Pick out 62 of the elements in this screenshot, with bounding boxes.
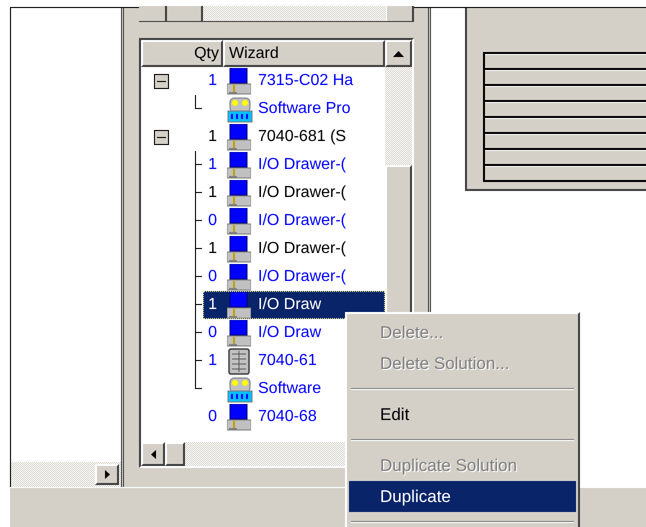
item-label: 7040-68 bbox=[257, 407, 318, 427]
quantity: 0 bbox=[207, 323, 217, 343]
quantity: 1 bbox=[207, 239, 217, 259]
tree-line bbox=[195, 95, 202, 109]
item-label: 7040-61 bbox=[257, 351, 318, 371]
computer-icon bbox=[227, 152, 251, 178]
computer-icon bbox=[227, 68, 251, 94]
scroll-up-button[interactable] bbox=[385, 40, 412, 67]
tree-row[interactable]: 1 I/O Drawer-( bbox=[203, 179, 385, 207]
quantity: 1 bbox=[207, 295, 217, 315]
computer-icon bbox=[227, 264, 251, 290]
computer-icon bbox=[227, 208, 251, 234]
computer-icon bbox=[227, 320, 251, 346]
quantity: 1 bbox=[207, 183, 217, 203]
tree-row[interactable]: 1 I/O Draw bbox=[203, 291, 385, 319]
item-label: 7315-C02 Ha bbox=[257, 71, 354, 91]
minus-icon bbox=[157, 80, 166, 82]
item-label: I/O Drawer-( bbox=[257, 239, 347, 259]
column-header[interactable]: Wizard bbox=[223, 40, 385, 67]
quantity: 0 bbox=[207, 407, 217, 427]
collapse-button[interactable] bbox=[154, 130, 169, 144]
tree-row[interactable]: 1 I/O Drawer-( bbox=[203, 235, 385, 263]
quantity: 1 bbox=[207, 127, 217, 147]
horizontal-scrollbar[interactable] bbox=[139, 6, 414, 22]
computer-icon bbox=[227, 236, 251, 262]
quantity: 1 bbox=[207, 351, 217, 371]
item-label: I/O Drawer-( bbox=[257, 183, 347, 203]
computer-icon bbox=[227, 124, 251, 150]
quantity: 1 bbox=[207, 155, 217, 175]
tree-row[interactable]: Software Pro bbox=[203, 95, 385, 123]
item-label: I/O Draw bbox=[257, 323, 322, 343]
up-arrow-icon bbox=[393, 50, 404, 56]
scroll-left-button[interactable] bbox=[139, 6, 167, 21]
left-arrow-icon bbox=[150, 450, 156, 458]
collapse-button[interactable] bbox=[154, 74, 169, 88]
tree-row[interactable]: 1 7315-C02 Ha bbox=[203, 67, 385, 95]
minus-icon bbox=[157, 136, 166, 138]
computer-icon bbox=[227, 180, 251, 206]
item-label: Software bbox=[257, 379, 322, 399]
menu-item[interactable]: Duplicate bbox=[349, 481, 576, 512]
item-label: Software Pro bbox=[257, 99, 352, 119]
item-label: I/O Drawer-( bbox=[257, 155, 347, 175]
item-label: 7040-681 (S bbox=[257, 127, 348, 147]
scroll-thumb[interactable] bbox=[167, 6, 203, 21]
item-label: I/O Draw bbox=[257, 295, 322, 315]
quantity: 0 bbox=[207, 267, 217, 287]
tree-row[interactable]: 1 I/O Drawer-( bbox=[203, 151, 385, 179]
tree-row[interactable]: 0 I/O Drawer-( bbox=[203, 263, 385, 291]
quantity: 0 bbox=[207, 211, 217, 231]
scroll-right-button[interactable] bbox=[386, 6, 414, 21]
right-arrow-icon bbox=[104, 470, 110, 479]
column-header[interactable]: Qty bbox=[141, 40, 223, 67]
computer-icon bbox=[227, 404, 251, 430]
horizontal-scrollbar[interactable] bbox=[11, 462, 121, 487]
software-icon bbox=[227, 376, 253, 402]
computer-icon bbox=[227, 292, 251, 318]
software-icon bbox=[227, 96, 253, 122]
tree-row[interactable]: 0 I/O Drawer-( bbox=[203, 207, 385, 235]
item-label: I/O Drawer-( bbox=[257, 211, 347, 231]
quantity: 1 bbox=[207, 71, 217, 91]
tree-row[interactable]: 1 7040-681 (S bbox=[203, 123, 385, 151]
item-label: I/O Drawer-( bbox=[257, 267, 347, 287]
